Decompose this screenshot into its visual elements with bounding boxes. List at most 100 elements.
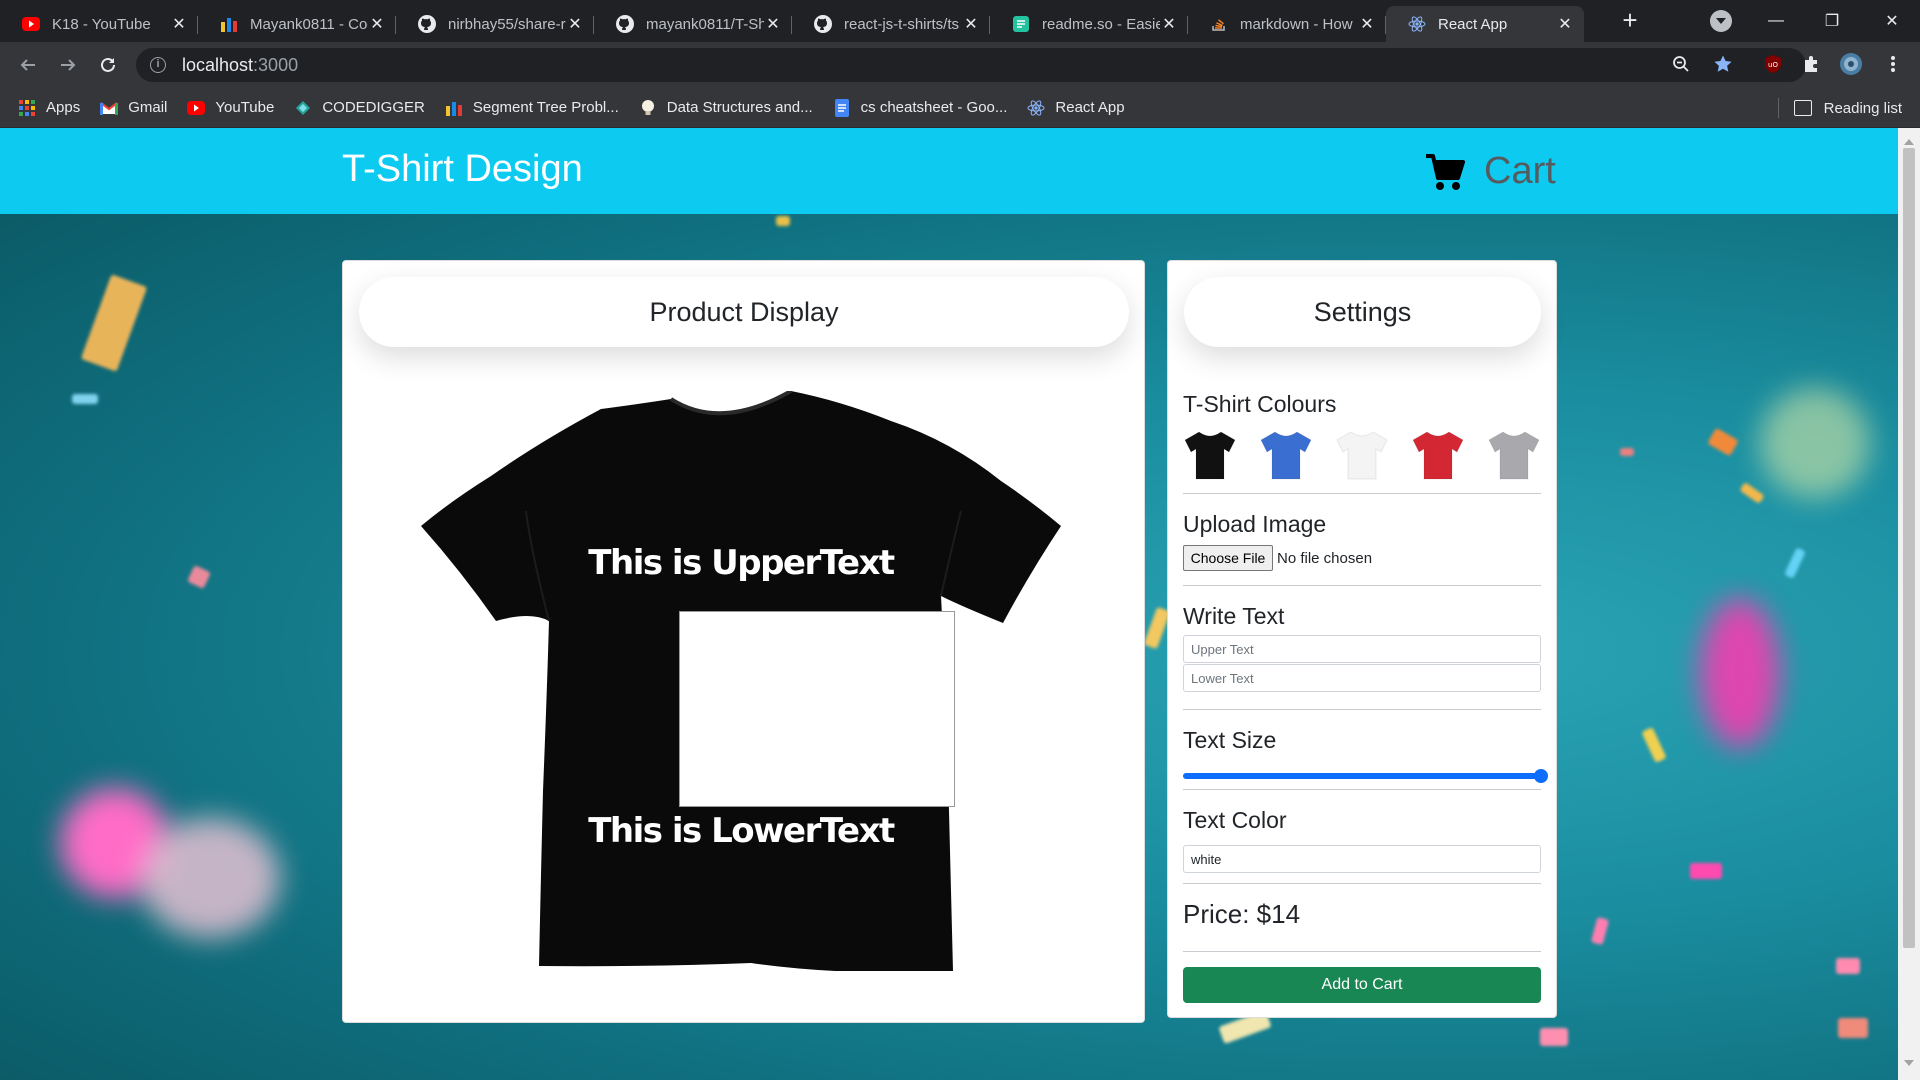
brand-title[interactable]: T-Shirt Design <box>342 148 583 191</box>
settings-card: Settings T-Shirt Colours Upload Image Ch… <box>1167 260 1557 1018</box>
text-color-title: Text Color <box>1183 807 1287 833</box>
scroll-down-arrow-icon[interactable] <box>1904 1060 1914 1071</box>
reload-icon <box>101 57 115 72</box>
swatch-grey[interactable] <box>1487 427 1541 481</box>
slider-thumb[interactable] <box>1534 769 1548 783</box>
browser-tab[interactable]: Mayank0811 - Codeforces✕ <box>198 6 396 42</box>
close-tab-icon[interactable]: ✕ <box>962 14 980 34</box>
bookmarks-separator <box>1778 98 1779 118</box>
shirt-lower-text: This is LowerText <box>588 811 895 851</box>
forward-arrow-icon <box>61 59 76 71</box>
close-window-button[interactable]: ✕ <box>1864 0 1920 42</box>
zoom-icon[interactable] <box>1666 49 1696 79</box>
confetti-piece <box>187 565 211 589</box>
bookmark-item[interactable]: cs cheatsheet - Goo... <box>833 98 1007 117</box>
browser-tab[interactable]: K18 - YouTube ✕ <box>0 6 198 42</box>
apps-grid-icon <box>18 99 36 117</box>
browser-tab[interactable]: React App ✕ <box>1386 6 1584 42</box>
github-icon <box>418 15 436 33</box>
new-tab-button[interactable]: + <box>1612 6 1648 36</box>
text-size-slider[interactable] <box>1183 765 1548 787</box>
bokeh-light <box>140 818 280 938</box>
tab-title: React App <box>1438 15 1508 33</box>
slider-fill <box>1183 773 1541 779</box>
uploaded-image-placeholder <box>679 611 955 807</box>
close-tab-icon[interactable]: ✕ <box>170 14 188 34</box>
bookmark-item[interactable]: Data Structures and... <box>639 99 813 117</box>
confetti-piece <box>1784 547 1806 579</box>
confetti-piece <box>1838 1018 1868 1038</box>
browser-tab[interactable]: mayank0811/T-Sh ✕ <box>594 6 792 42</box>
close-tab-icon[interactable]: ✕ <box>566 14 584 34</box>
bokeh-light <box>1760 388 1870 498</box>
cart-link[interactable]: Cart <box>1424 150 1556 193</box>
back-button[interactable] <box>12 49 44 81</box>
tab-title: Mayank0811 - Codeforces <box>250 15 368 33</box>
bokeh-light <box>1700 598 1780 748</box>
readme-icon <box>1012 15 1030 33</box>
bulb-icon <box>639 99 657 117</box>
close-tab-icon[interactable]: ✕ <box>1160 14 1178 34</box>
browser-tab[interactable]: nirbhay55/share-r ✕ <box>396 6 594 42</box>
google-docs-icon <box>833 98 851 117</box>
bookmark-item[interactable]: YouTube <box>187 99 274 117</box>
address-bar[interactable]: i localhost:3000 <box>136 48 1806 82</box>
swatch-red[interactable] <box>1411 427 1465 481</box>
url-port: :3000 <box>253 54 299 75</box>
add-to-cart-button[interactable]: Add to Cart <box>1183 967 1541 1003</box>
bookmark-item[interactable]: Gmail <box>100 99 167 117</box>
reload-button[interactable] <box>92 49 124 81</box>
tab-title: readme.so - Easiest <box>1042 15 1160 33</box>
react-icon <box>1027 99 1045 117</box>
ublock-extension-icon[interactable]: uO <box>1758 49 1788 79</box>
close-tab-icon[interactable]: ✕ <box>1556 14 1574 34</box>
confetti-piece <box>1590 916 1610 946</box>
close-tab-icon[interactable]: ✕ <box>368 14 386 34</box>
tab-title: K18 - YouTube <box>52 15 151 33</box>
text-color-input[interactable]: white <box>1183 845 1541 873</box>
close-tab-icon[interactable]: ✕ <box>764 14 782 34</box>
forward-button[interactable] <box>52 49 84 81</box>
browser-tab[interactable]: markdown - How ✕ <box>1188 6 1386 42</box>
price-section: Price: $14 <box>1183 899 1541 930</box>
file-input: Choose File No file chosen <box>1183 545 1541 573</box>
upper-text-input[interactable]: Upper Text <box>1183 635 1541 663</box>
bookmark-item[interactable]: CODEDIGGER <box>294 99 425 117</box>
lower-text-input[interactable]: Lower Text <box>1183 664 1541 692</box>
gmail-icon <box>100 99 119 117</box>
tab-search-icon[interactable] <box>1710 10 1732 32</box>
text-inputs: Upper Text Lower Text <box>1183 635 1541 695</box>
choose-file-button[interactable]: Choose File <box>1183 545 1273 571</box>
bookmark-item[interactable]: React App <box>1027 99 1125 117</box>
upload-title: Upload Image <box>1183 511 1327 537</box>
bookmark-item[interactable]: Segment Tree Probl... <box>445 99 619 117</box>
browser-tab[interactable]: react-js-t-shirts/ts ✕ <box>792 6 990 42</box>
bookmark-star-icon[interactable] <box>1708 49 1738 79</box>
browser-tab[interactable]: readme.so - Easiest✕ <box>990 6 1188 42</box>
extensions-puzzle-icon[interactable] <box>1797 49 1827 79</box>
slider-track[interactable] <box>1183 769 1548 783</box>
tab-strip: K18 - YouTube✕Mayank0811 - Codeforces✕ni… <box>0 0 1920 42</box>
profile-avatar[interactable] <box>1836 49 1866 79</box>
swatch-white[interactable] <box>1335 427 1389 481</box>
site-info-icon[interactable]: i <box>150 57 166 73</box>
swatch-blue[interactable] <box>1259 427 1313 481</box>
bookmark-item[interactable]: Apps <box>18 99 80 117</box>
page-scrollbar[interactable] <box>1898 128 1920 1080</box>
reading-list-button[interactable]: Reading list <box>1793 88 1902 128</box>
youtube-icon <box>187 99 206 117</box>
swatch-black[interactable] <box>1183 427 1237 481</box>
file-status-text: No file chosen <box>1277 550 1373 567</box>
restore-button[interactable]: ❐ <box>1804 0 1860 42</box>
scroll-up-arrow-icon[interactable] <box>1904 134 1914 145</box>
close-tab-icon[interactable]: ✕ <box>1358 14 1376 34</box>
chrome-menu-icon[interactable] <box>1878 49 1908 79</box>
tab-title: react-js-t-shirts/ts <box>844 15 960 33</box>
scroll-thumb[interactable] <box>1903 148 1915 948</box>
settings-title: Settings <box>1184 277 1541 347</box>
write-text-title: Write Text <box>1183 603 1285 629</box>
text-size-title: Text Size <box>1183 727 1277 753</box>
reading-list-icon <box>1793 100 1812 116</box>
minimize-button[interactable]: — <box>1748 0 1804 42</box>
back-arrow-icon <box>20 59 35 71</box>
